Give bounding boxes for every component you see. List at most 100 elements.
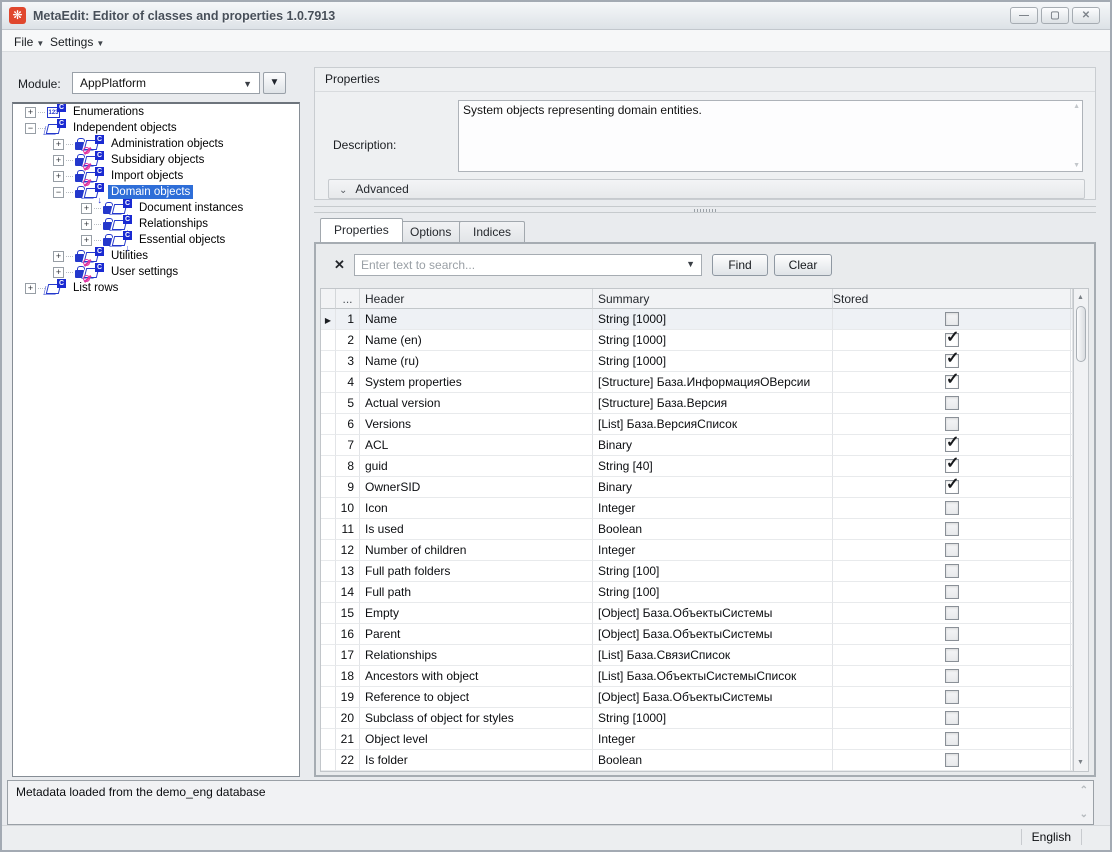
cell-summary[interactable]: String [1000] (593, 330, 833, 351)
horizontal-splitter[interactable] (314, 206, 1096, 213)
table-row[interactable]: 12 Number of children Integer (321, 540, 1073, 561)
stored-checkbox[interactable] (945, 417, 959, 431)
cell-header[interactable]: Name (en) (360, 330, 593, 351)
col-stored[interactable]: Stored (833, 289, 1071, 309)
cell-stored[interactable] (833, 519, 1071, 540)
cell-header[interactable]: Empty (360, 603, 593, 624)
tree-item[interactable]: + C Import objects (13, 168, 299, 184)
table-row[interactable]: 14 Full path String [100] (321, 582, 1073, 603)
cell-summary[interactable]: [Structure] База.Версия (593, 393, 833, 414)
tree-expander-icon[interactable]: − (25, 123, 36, 134)
cell-summary[interactable]: [Object] База.ОбъектыСистемы (593, 687, 833, 708)
tree-expander-icon[interactable]: + (53, 155, 64, 166)
cell-header[interactable]: Icon (360, 498, 593, 519)
col-summary[interactable]: Summary (593, 289, 833, 309)
tree-item[interactable]: + C Administration objects (13, 136, 299, 152)
cell-summary[interactable]: Boolean (593, 750, 833, 771)
scrollbar-thumb[interactable] (1076, 306, 1086, 362)
table-row[interactable]: 17 Relationships [List] База.СвязиСписок (321, 645, 1073, 666)
stored-checkbox[interactable] (945, 396, 959, 410)
cell-header[interactable]: Relationships (360, 645, 593, 666)
cell-summary[interactable]: [List] База.ОбъектыСистемыСписок (593, 666, 833, 687)
description-input[interactable]: System objects representing domain entit… (458, 100, 1083, 172)
stored-checkbox[interactable] (945, 690, 959, 704)
table-row[interactable]: 21 Object level Integer (321, 729, 1073, 750)
table-scrollbar[interactable]: ▲ ▼ (1074, 288, 1089, 772)
table-row[interactable]: 2 Name (en) String [1000] (321, 330, 1073, 351)
tree-expander-icon[interactable]: − (53, 187, 64, 198)
cell-stored[interactable] (833, 708, 1071, 729)
tree-item[interactable]: + C User settings (13, 264, 299, 280)
minimize-button[interactable]: — (1010, 7, 1038, 24)
cell-summary[interactable]: String [1000] (593, 708, 833, 729)
cell-summary[interactable]: String [1000] (593, 309, 833, 330)
tree-item[interactable]: + C Subsidiary objects (13, 152, 299, 168)
cell-header[interactable]: Full path folders (360, 561, 593, 582)
table-row[interactable]: 20 Subclass of object for styles String … (321, 708, 1073, 729)
scroll-up-icon[interactable]: ▲ (1073, 103, 1080, 110)
cell-header[interactable]: Is folder (360, 750, 593, 771)
table-row[interactable]: 16 Parent [Object] База.ОбъектыСистемы (321, 624, 1073, 645)
cell-header[interactable]: Reference to object (360, 687, 593, 708)
table-row[interactable]: 10 Icon Integer (321, 498, 1073, 519)
cell-stored[interactable] (833, 414, 1071, 435)
cell-stored[interactable] (833, 687, 1071, 708)
tree-item[interactable]: + C Utilities (13, 248, 299, 264)
table-row[interactable]: ▶ 1 Name String [1000] (321, 309, 1073, 330)
cell-header[interactable]: Full path (360, 582, 593, 603)
cell-header[interactable]: Ancestors with object (360, 666, 593, 687)
module-select[interactable]: AppPlatform ▼ (72, 72, 260, 94)
chevron-down-icon[interactable]: ▼ (686, 259, 695, 269)
find-button[interactable]: Find (712, 254, 768, 276)
table-row[interactable]: 4 System properties [Structure] База.Инф… (321, 372, 1073, 393)
scroll-up-icon[interactable]: ⌃ (1080, 785, 1088, 796)
cell-header[interactable]: Name (ru) (360, 351, 593, 372)
scroll-down-icon[interactable]: ▼ (1073, 162, 1080, 169)
clear-button[interactable]: Clear (774, 254, 832, 276)
stored-checkbox[interactable] (945, 543, 959, 557)
cell-stored[interactable] (833, 645, 1071, 666)
stored-checkbox[interactable] (945, 627, 959, 641)
scroll-up-icon[interactable]: ▲ (1074, 290, 1087, 305)
cell-stored[interactable] (833, 330, 1071, 351)
stored-checkbox[interactable] (945, 753, 959, 767)
cell-header[interactable]: OwnerSID (360, 477, 593, 498)
stored-checkbox[interactable] (945, 375, 959, 389)
stored-checkbox[interactable] (945, 333, 959, 347)
tree-expander-icon[interactable]: + (25, 283, 36, 294)
cell-summary[interactable]: [List] База.ВерсияСписок (593, 414, 833, 435)
cell-stored[interactable] (833, 309, 1071, 330)
stored-checkbox[interactable] (945, 606, 959, 620)
cell-summary[interactable]: [List] База.СвязиСписок (593, 645, 833, 666)
cell-header[interactable]: System properties (360, 372, 593, 393)
cell-stored[interactable] (833, 498, 1071, 519)
stored-checkbox[interactable] (945, 522, 959, 536)
cell-summary[interactable]: String [100] (593, 561, 833, 582)
tree-item[interactable]: + C ↓ Document instances (13, 200, 299, 216)
scroll-down-icon[interactable]: ⌄ (1080, 809, 1088, 820)
stored-checkbox[interactable] (945, 669, 959, 683)
cell-header[interactable]: Parent (360, 624, 593, 645)
cell-header[interactable]: Versions (360, 414, 593, 435)
title-bar[interactable]: ❋ MetaEdit: Editor of classes and proper… (2, 2, 1110, 30)
table-row[interactable]: 22 Is folder Boolean (321, 750, 1073, 771)
cell-summary[interactable]: Binary (593, 477, 833, 498)
search-clear-icon[interactable]: ✕ (334, 257, 345, 273)
cell-summary[interactable]: Boolean (593, 519, 833, 540)
table-row[interactable]: 18 Ancestors with object [List] База.Объ… (321, 666, 1073, 687)
cell-summary[interactable]: Integer (593, 498, 833, 519)
cell-header[interactable]: Actual version (360, 393, 593, 414)
stored-checkbox[interactable] (945, 459, 959, 473)
tab-indices[interactable]: Indices (459, 221, 525, 242)
table-row[interactable]: 11 Is used Boolean (321, 519, 1073, 540)
close-button[interactable]: ✕ (1072, 7, 1100, 24)
stored-checkbox[interactable] (945, 732, 959, 746)
cell-stored[interactable] (833, 351, 1071, 372)
menu-file[interactable]: File▼ (10, 33, 48, 51)
cell-header[interactable]: Is used (360, 519, 593, 540)
stored-checkbox[interactable] (945, 711, 959, 725)
tree-item[interactable]: + C ↓ Essential objects (13, 232, 299, 248)
table-row[interactable]: 8 guid String [40] (321, 456, 1073, 477)
cell-stored[interactable] (833, 603, 1071, 624)
table-row[interactable]: 19 Reference to object [Object] База.Объ… (321, 687, 1073, 708)
